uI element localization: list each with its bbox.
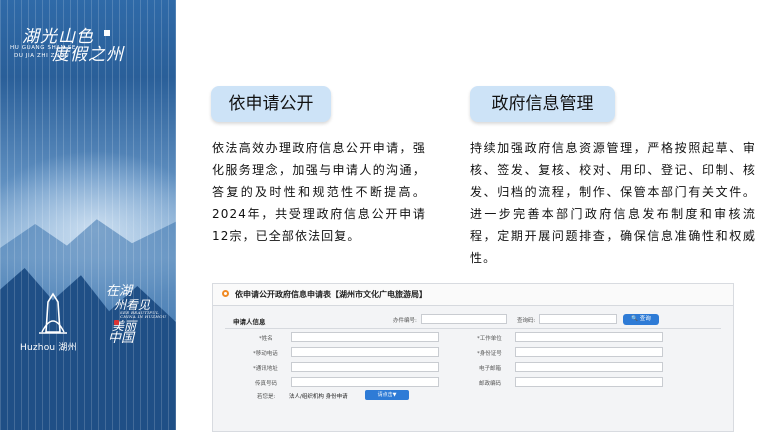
banner-title-line2: 度假之州 <box>52 45 124 65</box>
mobile-input[interactable] <box>291 347 439 357</box>
applicant-type-select[interactable]: 请点击▼ <box>365 390 409 400</box>
case-number-input[interactable] <box>421 314 507 324</box>
field-label-id-number: *身份证号 <box>477 351 502 357</box>
red-seal-icon <box>114 320 119 325</box>
employer-input[interactable] <box>515 332 663 342</box>
query-code-label: 查询码: <box>517 318 536 324</box>
field-label-name: *姓名 <box>259 336 273 342</box>
case-number-label: 办件编号: <box>393 318 417 324</box>
slogan-line1: 在湖 <box>106 284 133 299</box>
field-label-mobile: *移动电话 <box>253 351 278 357</box>
field-label-employer: *工作单位 <box>477 336 502 342</box>
circle-icon <box>222 290 229 297</box>
pill-info-management: 政府信息管理 <box>470 86 615 122</box>
id-number-input[interactable] <box>515 347 663 357</box>
query-code-input[interactable] <box>539 314 617 324</box>
calligraphy-slogan: 在湖 州看见 SEE BEAUTIFUL CHINA IN HUZHOU 美丽 … <box>106 285 176 346</box>
field-label-address: *通讯地址 <box>253 366 278 372</box>
logo-text: Huzhou 湖州 <box>20 343 77 353</box>
field-label-postcode: 邮政编码 <box>479 381 502 387</box>
email-input[interactable] <box>515 362 663 372</box>
query-button[interactable]: 🔍 查询 <box>623 314 659 325</box>
fax-input[interactable] <box>291 377 439 387</box>
pill-application-disclosure: 依申请公开 <box>211 86 331 122</box>
query-button-label: 查询 <box>639 316 651 322</box>
name-input[interactable] <box>291 332 439 342</box>
field-label-fax: 传真号码 <box>255 381 278 387</box>
applicant-type-label: 若您是: <box>257 394 276 400</box>
applicant-section-label: 申请人信息 <box>233 318 266 326</box>
slogan-line4: 中国 <box>108 331 135 347</box>
paragraph-info-management: 持续加强政府信息资源管理，严格按照起草、审核、签发、复核、校对、用印、登记、印制… <box>470 141 756 265</box>
postcode-input[interactable] <box>515 377 663 387</box>
form-title: 依申请公开政府信息申请表【湖州市文化广电旅游局】 <box>235 290 427 299</box>
form-header: 依申请公开政府信息申请表【湖州市文化广电旅游局】 <box>213 284 733 306</box>
section-divider <box>225 328 721 329</box>
seal-icon <box>104 30 110 36</box>
huzhou-banner: 湖光山色 HU GUANG SHAN SE DU JIA ZHI ZHOU 度假… <box>0 0 176 430</box>
huzhou-logo-icon <box>39 292 67 334</box>
application-form-screenshot: 依申请公开政府信息申请表【湖州市文化广电旅游局】 申请人信息 办件编号: 查询码… <box>212 283 734 432</box>
applicant-type-text: 法人/组织机构 身份申请 <box>289 394 348 400</box>
paragraph-application-disclosure: 依法高效办理政府信息公开申请，强化服务理念，加强与申请人的沟通，答复的及时性和规… <box>212 141 426 243</box>
field-label-email: 电子邮箱 <box>479 366 502 372</box>
address-input[interactable] <box>291 362 439 372</box>
